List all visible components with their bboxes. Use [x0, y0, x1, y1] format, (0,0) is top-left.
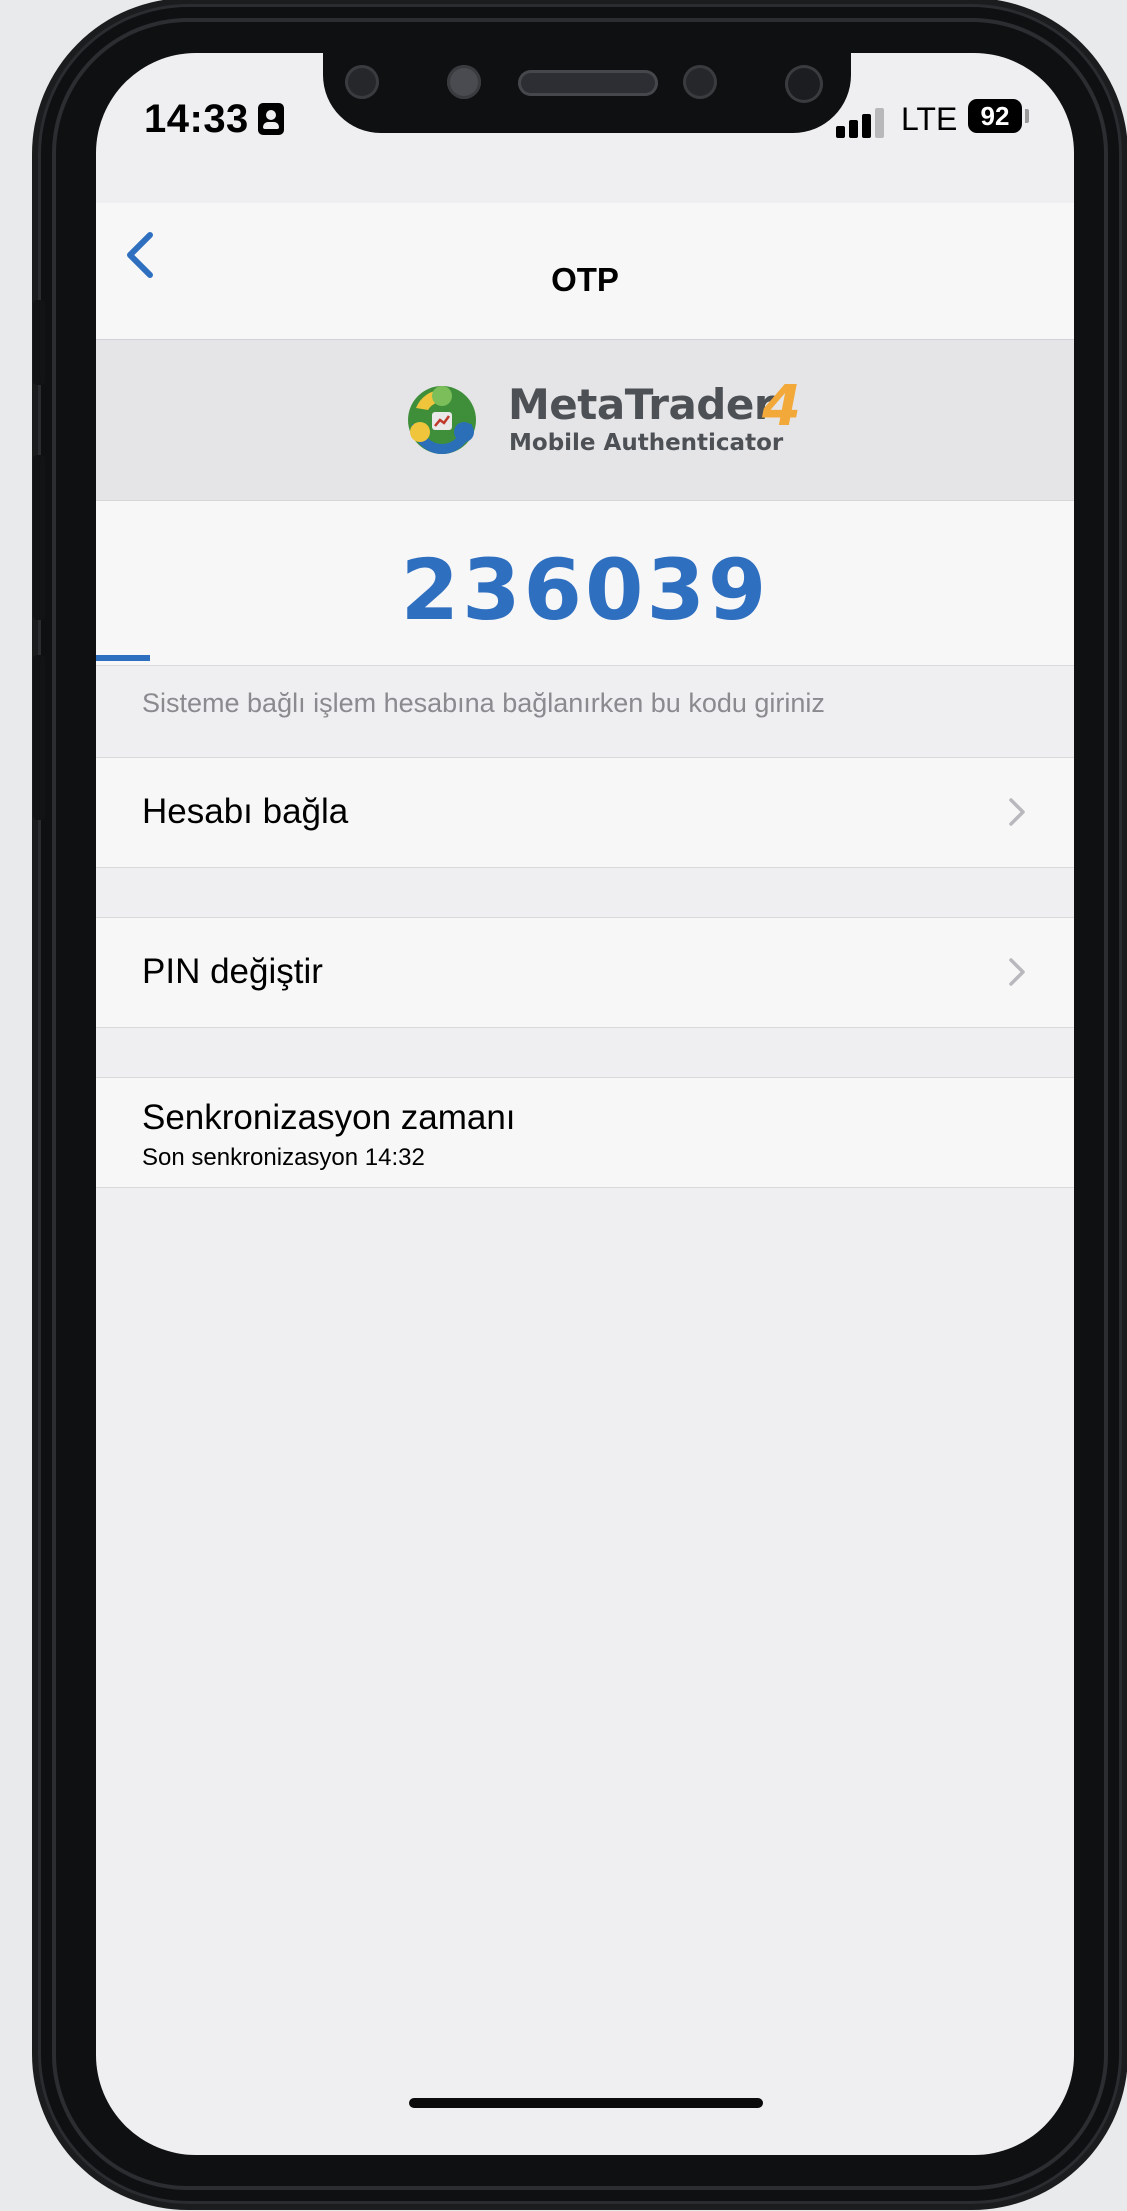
link-account-row[interactable]: Hesabı bağla [96, 757, 1074, 868]
navigation-bar: OTP [96, 203, 1074, 340]
signal-bars-icon [836, 108, 896, 138]
otp-panel: 236039 [96, 501, 1074, 666]
notch [323, 53, 851, 133]
otp-timer-progress-fill [96, 655, 150, 661]
change-pin-row[interactable]: PIN değiştir [96, 917, 1074, 1028]
logo-name: MetaTrader [508, 380, 775, 429]
hint-text: Sisteme bağlı işlem hesabına bağlanırken… [142, 688, 825, 718]
page-title: OTP [551, 261, 619, 298]
sensor-icon [447, 65, 481, 99]
otp-timer-progress [96, 655, 1074, 661]
sync-title: Senkronizasyon zamanı [142, 1098, 516, 1137]
sync-subtitle: Son senkronizasyon 14:32 [142, 1144, 425, 1171]
sensor-icon [683, 65, 717, 99]
logo-subtitle: Mobile Authenticator [509, 430, 784, 456]
metatrader-logo-icon [402, 378, 482, 458]
chevron-right-icon [1006, 954, 1028, 990]
chevron-right-icon [1006, 794, 1028, 830]
change-pin-label: PIN değiştir [142, 952, 323, 991]
speaker-grille [518, 70, 658, 96]
sensor-icon [345, 65, 379, 99]
hint-section: Sisteme bağlı işlem hesabına bağlanırken… [96, 666, 1074, 757]
contact-card-icon [258, 103, 284, 135]
sync-time-row[interactable]: Senkronizasyon zamanı Son senkronizasyon… [96, 1077, 1074, 1188]
volume-down-button [33, 655, 45, 820]
logo-banner: MetaTrader 4 Mobile Authenticator [96, 340, 1074, 501]
link-account-label: Hesabı bağla [142, 792, 349, 831]
home-indicator[interactable] [409, 2098, 763, 2108]
status-time: 14:33 [144, 97, 249, 141]
battery-tip [1025, 109, 1029, 123]
battery-icon: 92 [968, 99, 1022, 133]
network-type: LTE [901, 101, 958, 137]
volume-up-button [33, 455, 45, 620]
screen: 14:33 LTE 92 OTP MetaTrader 4 Mobile Aut… [96, 53, 1074, 2155]
front-camera-icon [785, 65, 823, 103]
otp-code: 236039 [400, 541, 770, 639]
mute-switch [33, 300, 45, 385]
